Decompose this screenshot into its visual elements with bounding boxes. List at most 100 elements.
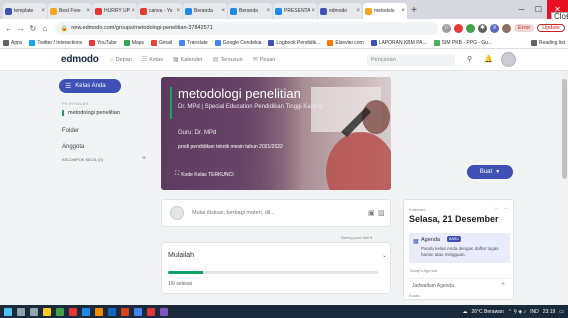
- chrome-icon[interactable]: [134, 307, 142, 316]
- browser-tab[interactable]: HURRY UP ×: [93, 3, 137, 19]
- browser-tab[interactable]: Beranda ×: [183, 3, 227, 19]
- browser-tab[interactable]: metodolo ×: [363, 3, 407, 19]
- sidebar-item-folder[interactable]: Folder: [62, 128, 79, 134]
- nav-item-kelas[interactable]: ☷ Kelas: [142, 56, 163, 64]
- reading-list[interactable]: Reading list: [530, 39, 565, 46]
- system-tray: ☁ 26°C Berawan ⌃ ⚲ ◈ ♪ IND 23:19 ▭: [458, 305, 564, 318]
- image-icon[interactable]: ▨: [378, 209, 385, 217]
- page-scrollbar[interactable]: [561, 71, 568, 305]
- word-icon[interactable]: [108, 307, 116, 316]
- bookmark-item[interactable]: Maps: [123, 39, 144, 46]
- browser-tab[interactable]: Beranda ×: [228, 3, 272, 19]
- update-button[interactable]: Update: [537, 24, 565, 32]
- language-indicator[interactable]: IND: [530, 309, 539, 315]
- extension-icon[interactable]: [453, 23, 463, 33]
- agenda-promo[interactable]: ▦ Agenda BARU Pandu kelas Anda dengan da…: [409, 233, 510, 263]
- app-icon[interactable]: [95, 307, 103, 316]
- tab-close-icon[interactable]: ×: [356, 8, 360, 14]
- schedule-agenda-row[interactable]: Jadwalkan Agenda +: [409, 278, 510, 291]
- app-icon[interactable]: [69, 307, 77, 316]
- bookmark-item[interactable]: Logbook Pendidik...: [268, 39, 320, 46]
- sidebar-item-class[interactable]: metodologi penelitian: [62, 110, 120, 116]
- start-icon[interactable]: [4, 307, 12, 316]
- extension-icon[interactable]: [465, 23, 475, 33]
- new-tab-button[interactable]: +: [408, 3, 420, 19]
- powerpoint-icon[interactable]: [121, 307, 129, 316]
- profile-icon[interactable]: [501, 23, 511, 33]
- post-filter[interactable]: Saring post dari ▾: [341, 235, 372, 240]
- post-placeholder[interactable]: Mulai diskusi, berbagi materi, dll...: [192, 210, 275, 216]
- bookmark-item[interactable]: Elsevier.com: [327, 39, 364, 46]
- maximize-icon[interactable]: ☐: [530, 5, 547, 14]
- tab-close-icon[interactable]: ×: [131, 8, 135, 14]
- bookmark-item[interactable]: Google Cendekia: [214, 39, 261, 46]
- error-badge[interactable]: Error: [513, 24, 535, 32]
- browser-tab[interactable]: canva - Yo ×: [138, 3, 182, 19]
- clock[interactable]: 23:19: [543, 309, 556, 315]
- tab-close-icon[interactable]: ×: [176, 8, 180, 14]
- tray-icons[interactable]: ⌃ ⚲ ◈ ♪: [508, 309, 526, 315]
- getting-started-card[interactable]: Mulailah ⌄ 1/6 selesai: [161, 242, 391, 294]
- kelas-anda-button[interactable]: ☰ Kelas Anda: [59, 79, 121, 93]
- app-icon[interactable]: [147, 307, 155, 316]
- search-icon[interactable]: [17, 307, 25, 316]
- bookmark-item[interactable]: YouTube: [89, 39, 117, 46]
- file-explorer-icon[interactable]: [43, 307, 51, 316]
- app-icon[interactable]: [82, 307, 90, 316]
- tab-close-icon[interactable]: ×: [266, 8, 270, 14]
- app-icon[interactable]: [56, 307, 64, 316]
- tab-close-icon[interactable]: ×: [311, 8, 315, 14]
- minimize-icon[interactable]: ─: [513, 5, 530, 14]
- menu-icon[interactable]: ≡: [489, 23, 499, 33]
- app-icon[interactable]: [160, 307, 168, 316]
- add-icon[interactable]: +: [501, 281, 505, 288]
- forward-icon[interactable]: →: [15, 24, 27, 33]
- notification-icon[interactable]: 🔔: [484, 55, 493, 63]
- browser-tab[interactable]: Best Free ×: [48, 3, 92, 19]
- notification-center-icon[interactable]: ▭: [559, 309, 564, 315]
- bookmark-item[interactable]: SIM PKB - PPG - Gu...: [433, 39, 492, 46]
- reload-icon[interactable]: ↻: [27, 24, 39, 33]
- post-composer[interactable]: Mulai diskusi, berbagi materi, dll... ▣ …: [161, 199, 391, 227]
- browser-tab[interactable]: edmodo ×: [318, 3, 362, 19]
- task-view-icon[interactable]: [30, 307, 38, 316]
- search-icon[interactable]: ⚲: [467, 55, 472, 63]
- search-input[interactable]: Pencarian: [367, 54, 455, 66]
- close-window-button[interactable]: ✕Close: [547, 0, 568, 21]
- browser-tab[interactable]: template ×: [3, 3, 47, 19]
- nav-item-kalender[interactable]: ▦ Kalender: [173, 56, 203, 64]
- back-icon[interactable]: ←: [3, 24, 15, 33]
- tab-close-icon[interactable]: ×: [401, 8, 405, 14]
- tab-close-icon[interactable]: ×: [41, 8, 45, 14]
- weather-text[interactable]: 26°C Berawan: [471, 309, 503, 315]
- nav-item-tersusun[interactable]: ▤ Tersusun: [213, 56, 243, 64]
- bookmark-item[interactable]: Gmail: [151, 39, 172, 46]
- bookmark-item[interactable]: Apps: [3, 39, 22, 46]
- bookmark-item[interactable]: LAPORAN KBM PA...: [370, 39, 427, 46]
- nav-item-depan[interactable]: ⌂ Depan: [110, 57, 132, 63]
- extension-icons: ☆ ✱ ≡ Error Update: [441, 23, 565, 33]
- scrollbar-thumb[interactable]: [562, 79, 567, 179]
- bookmark-item[interactable]: Twitter / Interactions: [29, 39, 82, 46]
- calendar-nav[interactable]: ←→: [494, 205, 512, 211]
- tab-close-icon[interactable]: ×: [86, 8, 90, 14]
- home-icon[interactable]: ⌂: [39, 24, 51, 33]
- sidebar-item-kelompok[interactable]: KELOMPOK KECIL (0): [62, 157, 103, 162]
- attach-icon[interactable]: ▣: [368, 209, 375, 217]
- url-field[interactable]: 🔒 new.edmodo.com/groups/metodologi-penel…: [54, 21, 438, 35]
- sidebar-item-anggota[interactable]: Anggota: [62, 144, 84, 150]
- bookmark-item[interactable]: Translate: [179, 39, 208, 46]
- nav-item-pesan[interactable]: ✉ Pesan: [253, 56, 276, 64]
- tab-favicon-icon: [230, 7, 237, 15]
- browser-tab[interactable]: PRESENTA ×: [273, 3, 317, 19]
- puzzle-icon[interactable]: ✱: [477, 23, 487, 33]
- add-group-icon[interactable]: +: [142, 155, 146, 162]
- agenda-title: Agenda: [421, 237, 440, 243]
- class-code[interactable]: ⛶ Kode Kelas TERKUNCI: [175, 171, 234, 178]
- edmodo-logo[interactable]: edmodo: [61, 54, 99, 65]
- star-icon[interactable]: ☆: [441, 23, 451, 33]
- chevron-down-icon[interactable]: ⌄: [382, 252, 387, 259]
- buat-button[interactable]: Buat ▼: [467, 165, 513, 179]
- tab-close-icon[interactable]: ×: [221, 8, 225, 14]
- avatar[interactable]: [501, 52, 516, 67]
